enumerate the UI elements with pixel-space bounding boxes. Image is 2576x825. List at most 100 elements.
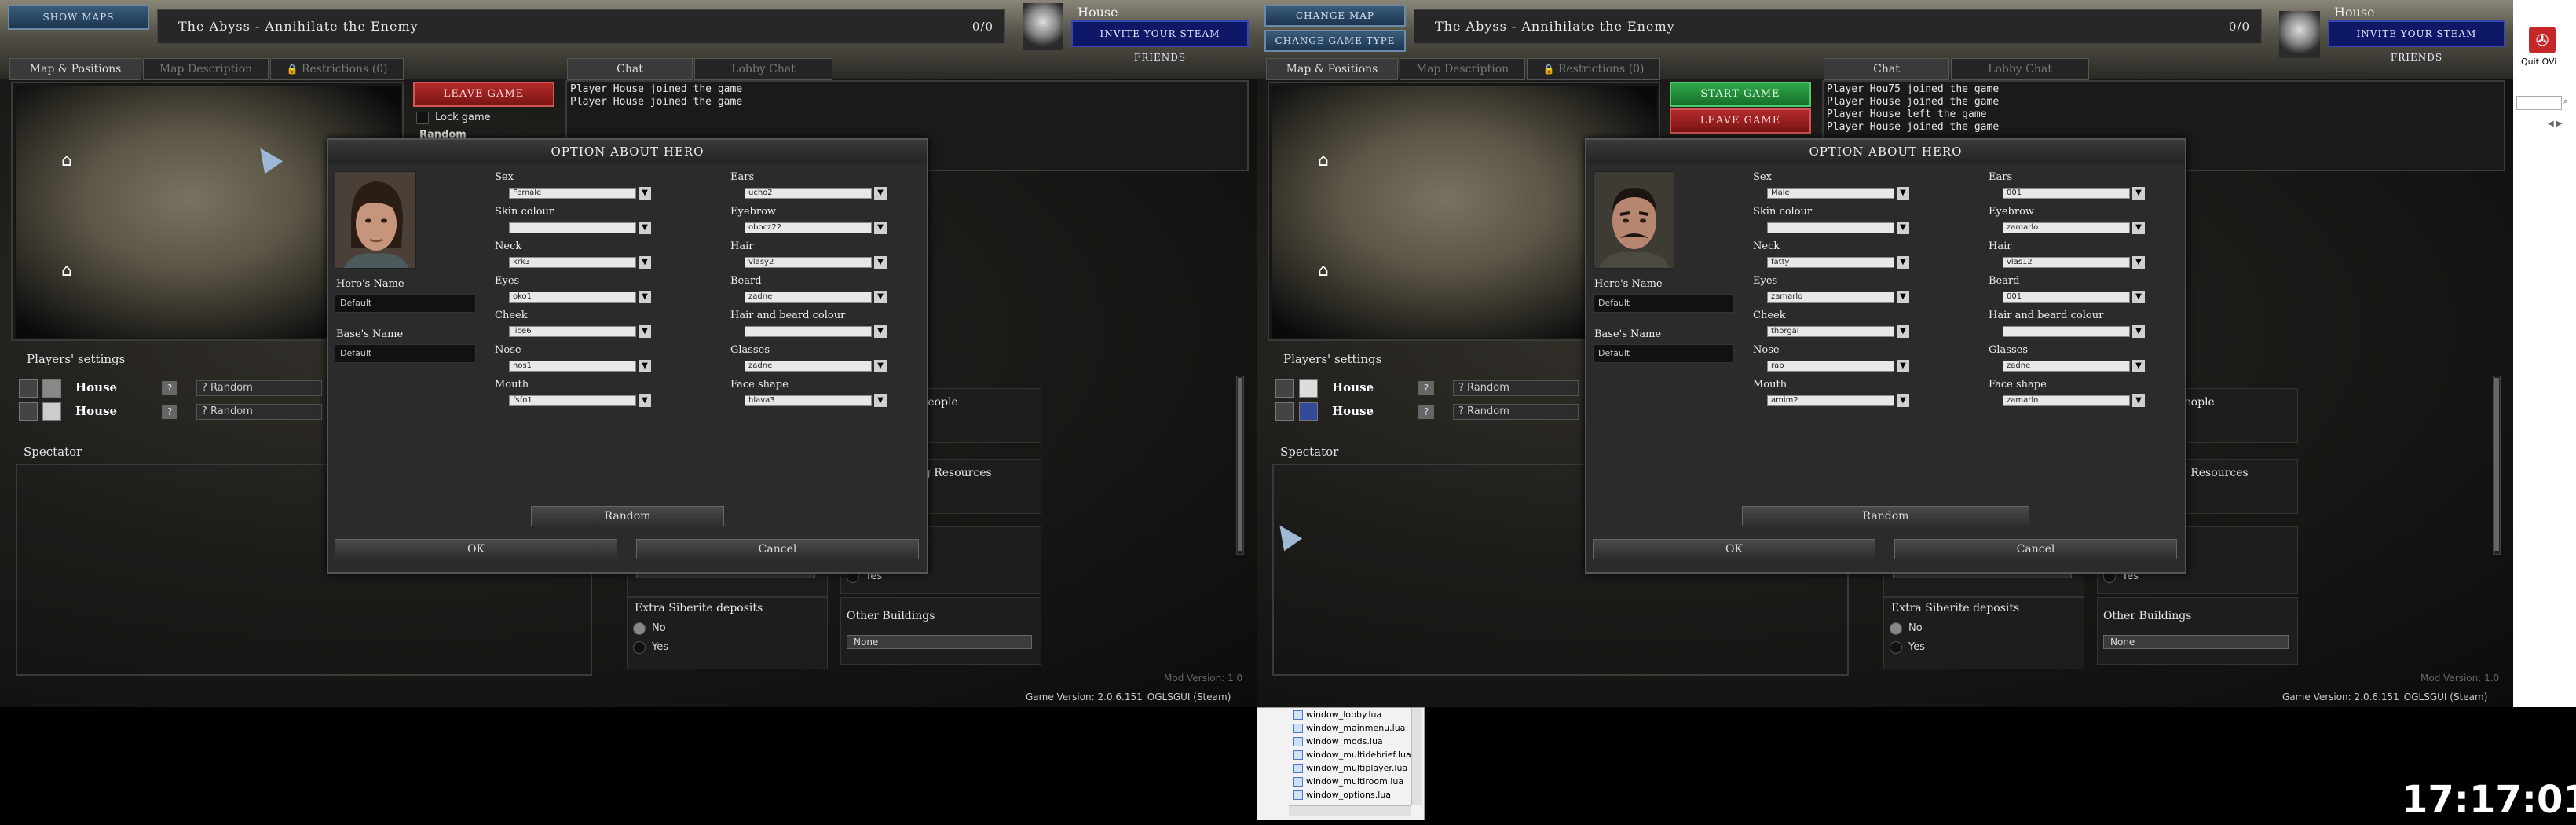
option-select[interactable]: None [2103,635,2289,649]
field-value[interactable]: zadne [2003,361,2130,372]
invite-steam-friends-button[interactable]: INVITE YOUR STEAM FRIENDS [1071,20,1249,63]
file-item[interactable]: window_multiroom.lua [1293,775,1403,788]
leave-game-button[interactable]: LEAVE GAME [1670,108,1811,134]
scrollbar-thumb[interactable] [2494,378,2499,551]
start-position-icon[interactable]: ⌂ [57,261,77,281]
eyebrow-field[interactable]: Eyebrow obocz22 ▼ [730,206,895,237]
player-row[interactable]: House ? ? Random [19,379,330,399]
chevron-down-icon[interactable]: ▼ [639,256,651,269]
chevron-down-icon[interactable]: ▼ [2132,360,2145,372]
extra-siberite-no-radio[interactable] [1890,622,1902,635]
start-position-icon[interactable]: ⌂ [57,151,77,171]
field-value[interactable]: 001 [2003,292,2130,302]
chevron-down-icon[interactable]: ▼ [1897,325,1909,338]
chevron-down-icon[interactable]: ▼ [874,222,887,234]
eyes-field[interactable]: Eyes oko1 ▼ [495,275,660,306]
cheek-field[interactable]: Cheek lice6 ▼ [495,310,660,341]
glasses-field[interactable]: Glasses zadne ▼ [1989,344,2153,376]
file-item[interactable]: window_lobby.lua [1293,708,1381,721]
chevron-down-icon[interactable]: ▼ [1897,291,1909,303]
chevron-down-icon[interactable]: ▼ [874,360,887,372]
player-row[interactable]: House ? ? Random [1275,402,1590,423]
beard-field[interactable]: Beard zadne ▼ [730,275,895,306]
base-name-input[interactable]: Default [335,344,476,363]
invite-steam-friends-button[interactable]: INVITE YOUR STEAM FRIENDS [2328,20,2505,63]
side-select[interactable]: ? Random [1453,404,1579,420]
tab-chat[interactable]: Chat [567,58,693,80]
tab-lobby-chat[interactable]: Lobby Chat [694,58,832,80]
side-select[interactable]: ? Random [196,404,322,420]
quit-app-icon[interactable]: ✇ [2529,27,2556,53]
scrollbar-thumb[interactable] [1238,378,1242,551]
chevron-down-icon[interactable]: ▼ [2132,394,2145,407]
face-shape-field[interactable]: Face shape hlava3 ▼ [730,379,895,410]
leave-game-button[interactable]: LEAVE GAME [413,82,554,107]
base-name-input[interactable]: Default [1593,344,1734,363]
tab-restrictions[interactable]: 🔒 Restrictions (0) [1527,58,1660,80]
ears-field[interactable]: Ears 001 ▼ [1989,171,2153,203]
chevron-down-icon[interactable]: ▼ [1897,360,1909,372]
field-value[interactable]: rab [1767,361,1894,372]
chevron-down-icon[interactable]: ▼ [2132,222,2145,234]
extra-siberite-no-radio[interactable] [633,622,646,635]
field-value[interactable]: lice6 [509,326,636,337]
side-select[interactable]: ? Random [196,380,322,396]
ok-button[interactable]: OK [1593,539,1875,559]
field-value[interactable]: oko1 [509,292,636,302]
option-select[interactable]: None [847,635,1032,649]
extra-siberite-yes-radio[interactable] [1890,641,1902,654]
eyes-field[interactable]: Eyes zamarlo ▼ [1753,275,1918,306]
hair-beard-colour-field[interactable]: Hair and beard colour ▼ [1989,310,2153,341]
random-button[interactable]: Random [1742,506,2029,526]
field-value[interactable] [1767,222,1894,233]
tab-chat[interactable]: Chat [1824,58,1949,80]
chevron-down-icon[interactable]: ▼ [639,394,651,407]
field-value[interactable]: Female [509,188,636,199]
chevron-down-icon[interactable]: ▼ [2132,187,2145,200]
heros-name-input[interactable]: Default [1593,294,1734,313]
field-value[interactable]: zamarlo [1767,292,1894,302]
cheek-field[interactable]: Cheek thorgal ▼ [1753,310,1918,341]
file-item[interactable]: window_mainmenu.lua [1293,721,1405,735]
options-scrollbar[interactable] [1236,376,1244,555]
chevron-down-icon[interactable]: ▼ [639,222,651,234]
field-value[interactable]: 001 [2003,188,2130,199]
chevron-down-icon[interactable]: ▼ [639,360,651,372]
field-value[interactable]: obocz22 [745,222,872,233]
skin-colour-field[interactable]: Skin colour ▼ [495,206,660,237]
tab-restrictions[interactable]: 🔒 Restrictions (0) [270,58,404,80]
random-button[interactable]: Random [531,506,724,526]
team-select[interactable]: ? [1418,381,1434,395]
cancel-button[interactable]: Cancel [1894,539,2177,559]
field-value[interactable]: krk3 [509,257,636,268]
field-value[interactable]: fsfo1 [509,395,636,406]
skin-colour-field[interactable]: Skin colour ▼ [1753,206,1918,237]
tab-map-description[interactable]: Map Description [1400,58,1525,80]
chevron-down-icon[interactable]: ▼ [639,187,651,200]
team-select[interactable]: ? [162,405,177,419]
file-item[interactable]: window_multidebrief.lua [1293,748,1411,761]
nose-field[interactable]: Nose nos1 ▼ [495,344,660,376]
start-game-button[interactable]: START GAME [1670,82,1811,107]
heros-name-input[interactable]: Default [335,294,476,313]
chevron-down-icon[interactable]: ▼ [874,256,887,269]
field-value[interactable]: zadne [745,292,872,302]
explorer-hscrollbar[interactable] [1289,805,1411,816]
file-item[interactable]: window_multiplayer.lua [1293,761,1407,775]
extra-siberite-yes-radio[interactable] [633,641,646,654]
field-value[interactable] [509,222,636,233]
field-value[interactable]: thorgal [1767,326,1894,337]
change-map-button[interactable]: CHANGE MAP [1264,5,1406,27]
eyebrow-field[interactable]: Eyebrow zamarlo ▼ [1989,206,2153,237]
chevron-down-icon[interactable]: ▼ [2132,291,2145,303]
chevron-down-icon[interactable]: ▼ [639,291,651,303]
change-game-type-button[interactable]: CHANGE GAME TYPE [1264,30,1406,52]
face-shape-field[interactable]: Face shape zamarlo ▼ [1989,379,2153,410]
nose-field[interactable]: Nose rab ▼ [1753,344,1918,376]
neck-field[interactable]: Neck krk3 ▼ [495,240,660,272]
field-value[interactable]: nos1 [509,361,636,372]
explorer-scrollbar[interactable] [1411,708,1422,805]
field-value[interactable]: ucho2 [745,188,872,199]
ok-button[interactable]: OK [335,539,617,559]
file-item[interactable]: window_options.lua [1293,788,1391,801]
